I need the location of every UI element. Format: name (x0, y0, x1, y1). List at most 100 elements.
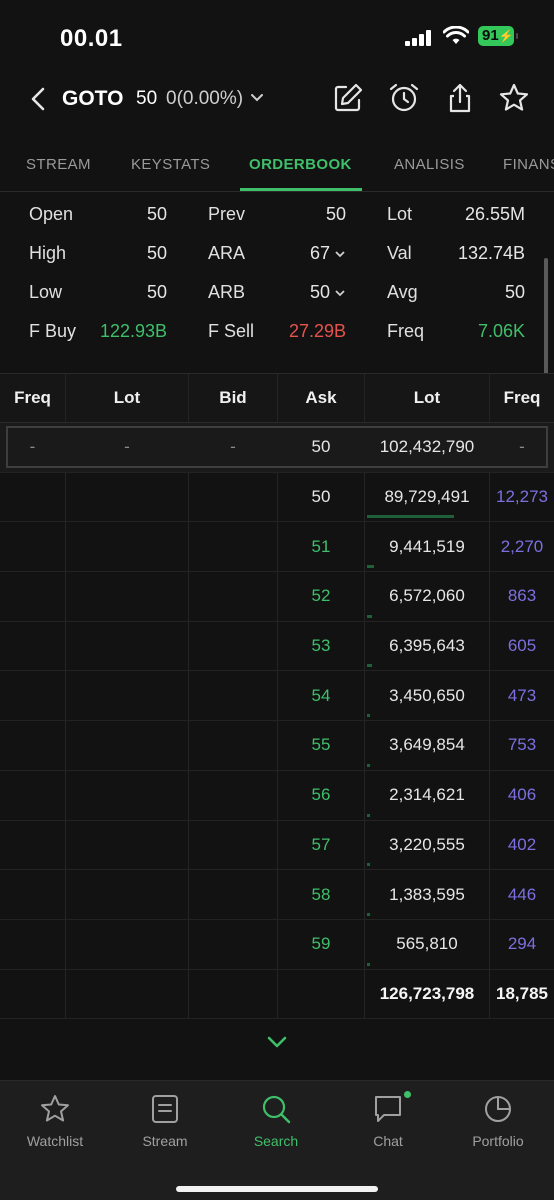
cell-ask-lot: 3,450,650 (389, 685, 465, 705)
cell-ask-freq: - (519, 437, 525, 457)
cell-bid-price: - (230, 437, 236, 457)
nav-chat[interactable]: Chat (333, 1093, 443, 1149)
edit-icon[interactable] (332, 82, 364, 114)
orderbook-ask-row[interactable]: 56 2,314,621 406 (0, 770, 554, 821)
orderbook-ask-row[interactable]: 52 6,572,060 863 (0, 572, 554, 622)
nav-stream[interactable]: Stream (110, 1093, 220, 1149)
orderbook-ask-row[interactable]: 59 565,810 294 (0, 919, 554, 970)
star-icon (41, 1095, 69, 1122)
cell-ask-freq: 402 (507, 834, 537, 854)
cell-ask-price: 55 (311, 735, 331, 755)
orderbook-ask-row[interactable]: 57 3,220,555 402 (0, 820, 554, 871)
key-stats-panel: Open 50 Prev 50 Lot 26.55M High 50 ARA 6… (0, 196, 554, 356)
tab-orderbook[interactable]: ORDERBOOK (249, 156, 352, 173)
depth-bar (367, 962, 370, 966)
tab-stream[interactable]: STREAM (26, 156, 91, 173)
cell-ask-freq: 473 (507, 685, 537, 705)
tab-analisis[interactable]: ANALISIS (394, 156, 465, 173)
chevron-down-icon[interactable] (250, 92, 264, 104)
cell-ask-lot: 1,383,595 (389, 884, 465, 904)
cell-ask-freq: 446 (507, 884, 537, 904)
stats-row: Open 50 Prev 50 Lot 26.55M (0, 204, 554, 242)
col-ask-freq: Freq (503, 388, 541, 407)
stat-label-val: Val (387, 243, 412, 263)
cell-ask-lot: 102,432,790 (379, 437, 475, 457)
col-ask-lot: Lot (413, 388, 441, 407)
last-price: 50 (136, 88, 158, 109)
nav-label: Search (253, 1133, 299, 1149)
stat-value-ara: 67 (309, 243, 330, 263)
stat-label-lot: Lot (387, 204, 413, 224)
stat-value-open: 50 (146, 204, 167, 224)
stat-label-ara: ARA (208, 243, 246, 263)
orderbook-table: Freq Lot Bid Ask Lot Freq - - - 50 102,4… (0, 373, 554, 1020)
stat-label-high: High (29, 243, 67, 263)
stat-value-lot: 26.55M (464, 204, 525, 224)
col-ask: Ask (305, 388, 337, 407)
stat-label-arb: ARB (208, 282, 246, 302)
depth-bar (367, 614, 372, 618)
orderbook-ask-row[interactable]: 50 89,729,491 12,273 (0, 472, 554, 523)
price-change[interactable]: 0(0.00%) (166, 88, 243, 110)
cell-ask-freq: 12,273 (496, 487, 548, 507)
stat-label-fsell: F Sell (208, 321, 255, 341)
stat-value-prev: 50 (325, 204, 346, 224)
nav-watchlist[interactable]: Watchlist (0, 1093, 110, 1149)
depth-bar (367, 763, 370, 767)
chevron-down-icon[interactable] (263, 1032, 291, 1052)
cell-ask-price: 51 (311, 536, 331, 556)
orderbook-ask-row[interactable]: 58 1,383,595 446 (0, 870, 554, 920)
alarm-icon[interactable] (388, 82, 420, 114)
cell-ask-price: 57 (311, 834, 331, 854)
orderbook-header: Freq Lot Bid Ask Lot Freq (0, 373, 554, 423)
cell-ask-lot: 6,395,643 (389, 636, 465, 656)
star-icon[interactable] (498, 82, 530, 114)
home-indicator (176, 1186, 378, 1192)
depth-bar (367, 565, 374, 569)
pie-chart-icon (485, 1096, 511, 1122)
stats-row: High 50 ARA 67 Val 132.74B (0, 243, 554, 281)
cell-ask-price: 50 (311, 487, 331, 507)
cell-bid-lot: - (124, 437, 130, 457)
nav-portfolio[interactable]: Portfolio (443, 1093, 553, 1149)
status-bar: 00.01 91⚡ (0, 0, 554, 70)
orderbook-ask-row[interactable]: 55 3,649,854 753 (0, 721, 554, 771)
cell-ask-lot: 89,729,491 (384, 487, 470, 507)
cell-ask-lot: 9,441,519 (389, 536, 465, 556)
back-icon[interactable] (26, 84, 52, 114)
cell-bid-freq: - (29, 437, 36, 457)
cell-ask-price: 59 (311, 934, 331, 954)
chevron-down-icon (335, 290, 345, 297)
stat-value-fbuy: 122.93B (99, 321, 167, 341)
cell-ask-freq: 863 (507, 586, 537, 606)
col-bid: Bid (219, 388, 247, 407)
ticker-symbol[interactable]: GOTO (62, 87, 123, 111)
orderbook-ask-row[interactable]: 54 3,450,650 473 (0, 671, 554, 722)
cellular-signal-icon (405, 30, 435, 46)
cell-ask-price: 50 (311, 437, 331, 457)
nav-search[interactable]: Search (221, 1093, 331, 1149)
orderbook-best-row[interactable]: - - - 50 102,432,790 - (0, 423, 554, 473)
status-time: 00.01 (60, 25, 123, 52)
orderbook-ask-row[interactable]: 51 9,441,519 2,270 (0, 522, 554, 573)
chevron-down-icon (335, 251, 345, 258)
tab-finans[interactable]: FINANS (503, 156, 554, 173)
cell-ask-lot: 3,220,555 (389, 834, 465, 854)
stat-label-open: Open (29, 204, 74, 224)
cell-ask-lot: 2,314,621 (389, 785, 465, 805)
share-icon[interactable] (444, 82, 476, 114)
stat-ara-dropdown[interactable]: 67 (270, 243, 346, 264)
nav-label: Watchlist (26, 1133, 84, 1149)
tab-keystats[interactable]: KEYSTATS (131, 156, 210, 173)
stats-row: Low 50 ARB 50 Avg 50 (0, 282, 554, 320)
wifi-icon (443, 26, 469, 44)
stat-arb-dropdown[interactable]: 50 (270, 282, 346, 303)
total-ask-freq: 18,785 (496, 983, 548, 1003)
stat-value-val: 132.74B (457, 243, 525, 263)
stat-value-arb: 50 (309, 282, 330, 302)
orderbook-ask-row[interactable]: 53 6,395,643 605 (0, 621, 554, 672)
stat-value-low: 50 (146, 282, 167, 302)
cell-ask-freq: 406 (507, 785, 537, 805)
col-bid-lot: Lot (113, 388, 141, 407)
cell-ask-lot: 565,810 (396, 934, 458, 954)
